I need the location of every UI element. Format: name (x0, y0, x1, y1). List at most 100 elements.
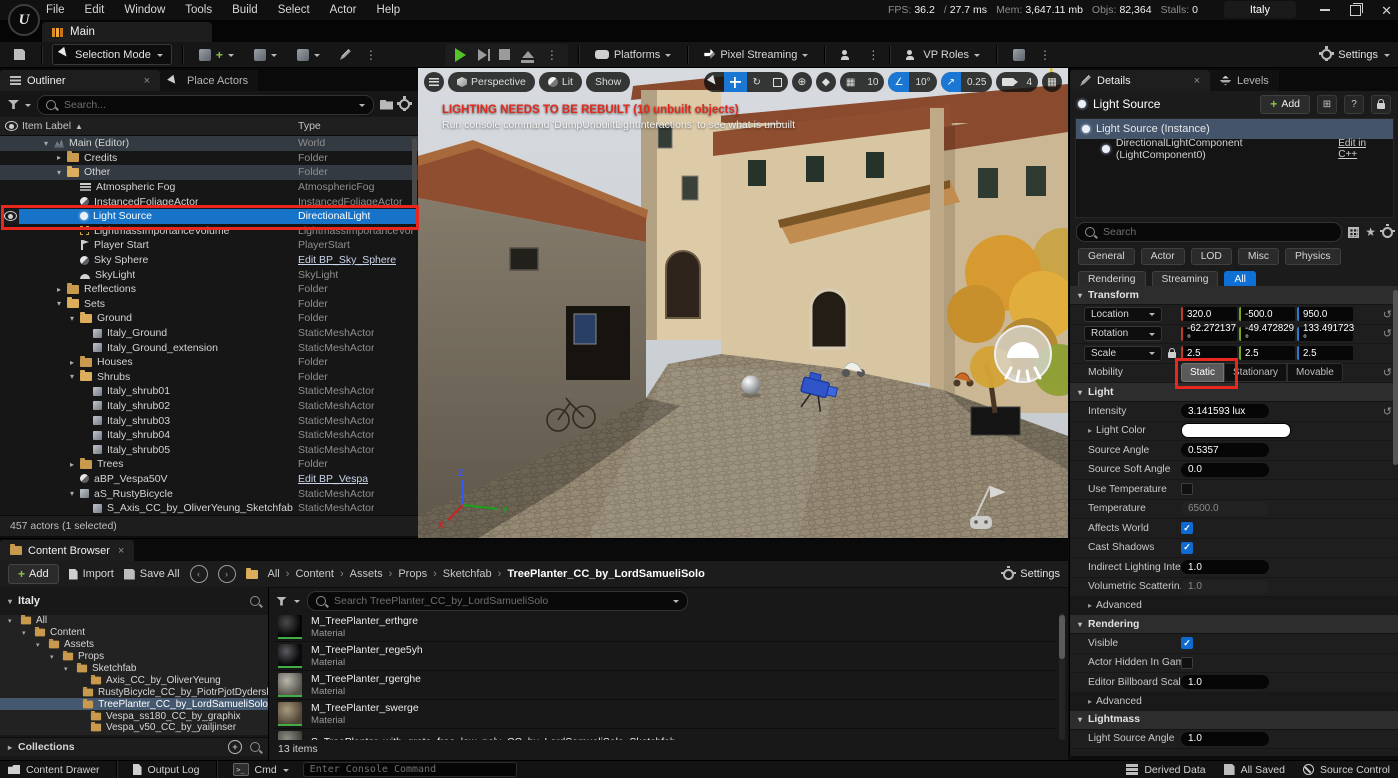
outliner-row[interactable]: Italy_Ground StaticMeshActor (0, 326, 418, 341)
expand-arrow-icon[interactable] (70, 460, 80, 469)
source-control-button[interactable]: Source Control (1303, 764, 1390, 776)
location-z-input[interactable]: 950.0 (1297, 307, 1353, 321)
tab-content-browser[interactable]: Content Browser × (0, 540, 134, 561)
outliner-row[interactable]: Credits Folder (0, 151, 418, 166)
outliner-scrollbar[interactable] (412, 138, 417, 208)
outliner-row[interactable]: aS_RustyBicycle StaticMeshActor (0, 486, 418, 501)
folder-tree-item[interactable]: Props (0, 651, 268, 663)
location-dropdown[interactable]: Location (1084, 307, 1162, 322)
camera-speed-value[interactable]: 4 (1020, 72, 1038, 92)
outliner-row[interactable]: S_Axis_CC_by_OliverYeung_Sketchfab Stati… (0, 501, 418, 516)
visibility-column-icon[interactable] (5, 121, 18, 131)
lock-icon[interactable] (1371, 95, 1391, 114)
outliner-row[interactable]: Player Start PlayerStart (0, 238, 418, 253)
expand-arrow-icon[interactable] (22, 629, 30, 637)
close-icon[interactable]: × (1194, 75, 1200, 87)
filter-chip[interactable]: General (1078, 248, 1135, 265)
asset-item[interactable]: S_TreePlanter_with_grate_free_low_poly_C… (274, 729, 1056, 740)
edit-in-cpp-link[interactable]: Edit in C++ (1338, 138, 1387, 160)
volumetric-input[interactable]: 1.0 (1181, 580, 1269, 594)
rendering-advanced-row[interactable]: ▸Advanced (1070, 693, 1398, 711)
outliner-row[interactable]: Shrubs Folder (0, 370, 418, 385)
menu-item[interactable]: Build (232, 4, 258, 16)
source-soft-angle-input[interactable]: 0.0 (1181, 463, 1269, 477)
derived-data-button[interactable]: Derived Data (1126, 764, 1205, 776)
tab-main-level[interactable]: Main (42, 22, 212, 42)
menu-item[interactable]: Actor (330, 4, 357, 16)
platforms-dropdown[interactable]: Platforms (589, 45, 677, 65)
reset-to-default-icon[interactable]: ↺ (1383, 405, 1392, 418)
vcam-options-icon[interactable]: ⋮ (1039, 48, 1051, 62)
light-advanced-row[interactable]: ▸Advanced (1070, 597, 1398, 615)
viewport[interactable]: Z Y X Perspective Lit Show ↻ (418, 68, 1068, 538)
light-source-angle-input[interactable]: 1.0 (1181, 732, 1269, 746)
asset-item[interactable]: M_TreePlanter_erthgre Material (274, 613, 1056, 642)
folder-tree-item[interactable]: TreePlanter_CC_by_LordSamueliSolo (0, 698, 268, 710)
search-icon[interactable] (250, 742, 260, 752)
mobility-stationary-button[interactable]: Stationary (1224, 363, 1287, 382)
multi-user-options-icon[interactable]: ⋮ (867, 48, 879, 62)
multi-user-button[interactable] (835, 45, 859, 65)
outliner-row[interactable]: Trees Folder (0, 457, 418, 472)
outliner-row[interactable]: Houses Folder (0, 355, 418, 370)
view-mode-dropdown[interactable]: Lit (539, 72, 582, 92)
outliner-row[interactable]: Atmospheric Fog AtmosphericFog (0, 180, 418, 195)
outliner-row[interactable]: Ground Folder (0, 311, 418, 326)
asset-item[interactable]: M_TreePlanter_rgerghe Material (274, 671, 1056, 700)
indirect-lighting-input[interactable]: 1.0 (1181, 560, 1269, 574)
outliner-row[interactable]: Sets Folder (0, 297, 418, 312)
outliner-row[interactable]: Light Source DirectionalLight (0, 209, 418, 224)
collapse-arrow-icon[interactable]: ▾ (8, 597, 12, 606)
browse-icon[interactable]: ⊞ (1317, 95, 1337, 114)
light-color-swatch[interactable] (1181, 423, 1291, 438)
selection-m0de-dropdown[interactable]: Selection Mode (52, 44, 172, 65)
breadcrumb-item[interactable]: TreePlanter_CC_by_LordSamueliSolo (507, 568, 704, 580)
asset-item[interactable]: M_TreePlanter_rege5yh Material (274, 642, 1056, 671)
stop-icon[interactable] (499, 49, 510, 60)
outliner-row[interactable]: Italy_shrub04 StaticMeshActor (0, 428, 418, 443)
maximize-viewport-button[interactable]: ▦ (1042, 72, 1062, 92)
details-settings-icon[interactable] (1382, 227, 1393, 238)
close-icon[interactable]: × (144, 75, 150, 87)
grid-snap-value[interactable]: 10 (861, 72, 884, 92)
save-all-button[interactable]: Save All (124, 568, 180, 580)
forward-icon[interactable]: › (218, 565, 236, 583)
actor-hidden-checkbox[interactable] (1181, 657, 1193, 669)
reset-to-default-icon[interactable]: ↺ (1383, 327, 1392, 340)
cb-add-button[interactable]: +Add (8, 564, 59, 584)
section-light[interactable]: ▾Light (1070, 383, 1398, 402)
scale-dropdown[interactable]: Scale (1084, 346, 1162, 361)
filter-chip[interactable]: Actor (1141, 248, 1185, 265)
console-command-input[interactable] (303, 762, 517, 777)
folder-tree-item[interactable]: Vespa_v50_CC_by_yailjinser (0, 722, 268, 734)
close-icon[interactable]: ✕ (1381, 4, 1392, 17)
import-button[interactable]: Import (69, 568, 114, 580)
outliner-row[interactable]: aBP_Vespa50V Edit BP_Vespa (0, 472, 418, 487)
source-angle-input[interactable]: 0.5357 (1181, 443, 1269, 457)
expand-arrow-icon[interactable] (64, 665, 72, 673)
filter-chip[interactable]: Misc (1238, 248, 1279, 265)
editor-modes-button[interactable] (334, 45, 357, 65)
expand-arrow-icon[interactable] (57, 168, 67, 177)
scale-snap-value[interactable]: 0.25 (961, 72, 992, 92)
settings-dropdown[interactable]: Settings (1321, 49, 1390, 61)
vp-roles-dropdown[interactable]: VP Roles (900, 45, 986, 65)
temperature-input[interactable]: 6500.0 (1181, 502, 1269, 516)
world-space-toggle[interactable]: ⊕ (792, 72, 812, 92)
location-y-input[interactable]: -500.0 (1239, 307, 1295, 321)
details-scrollbar[interactable] (1393, 290, 1398, 465)
scale-lock-icon[interactable] (1168, 352, 1176, 358)
outliner-row[interactable]: SkyLight SkyLight (0, 267, 418, 282)
rotation-dropdown[interactable]: Rotation (1084, 326, 1162, 341)
sources-header[interactable]: ▾ Italy (0, 591, 268, 611)
component-row-instance[interactable]: Light Source (Instance) (1076, 119, 1393, 139)
new-folder-icon[interactable] (380, 100, 393, 110)
move-tool[interactable] (724, 72, 747, 92)
outliner-row[interactable]: Other Folder (0, 165, 418, 180)
save-button[interactable] (8, 45, 31, 65)
folder-tree-item[interactable]: Content (0, 627, 268, 639)
mobility-static-button[interactable]: Static (1181, 363, 1224, 382)
folder-tree-item[interactable]: Assets (0, 639, 268, 651)
outliner-column-header[interactable]: Item Label ▲ Type (0, 117, 418, 136)
outliner-settings-icon[interactable] (399, 99, 410, 110)
